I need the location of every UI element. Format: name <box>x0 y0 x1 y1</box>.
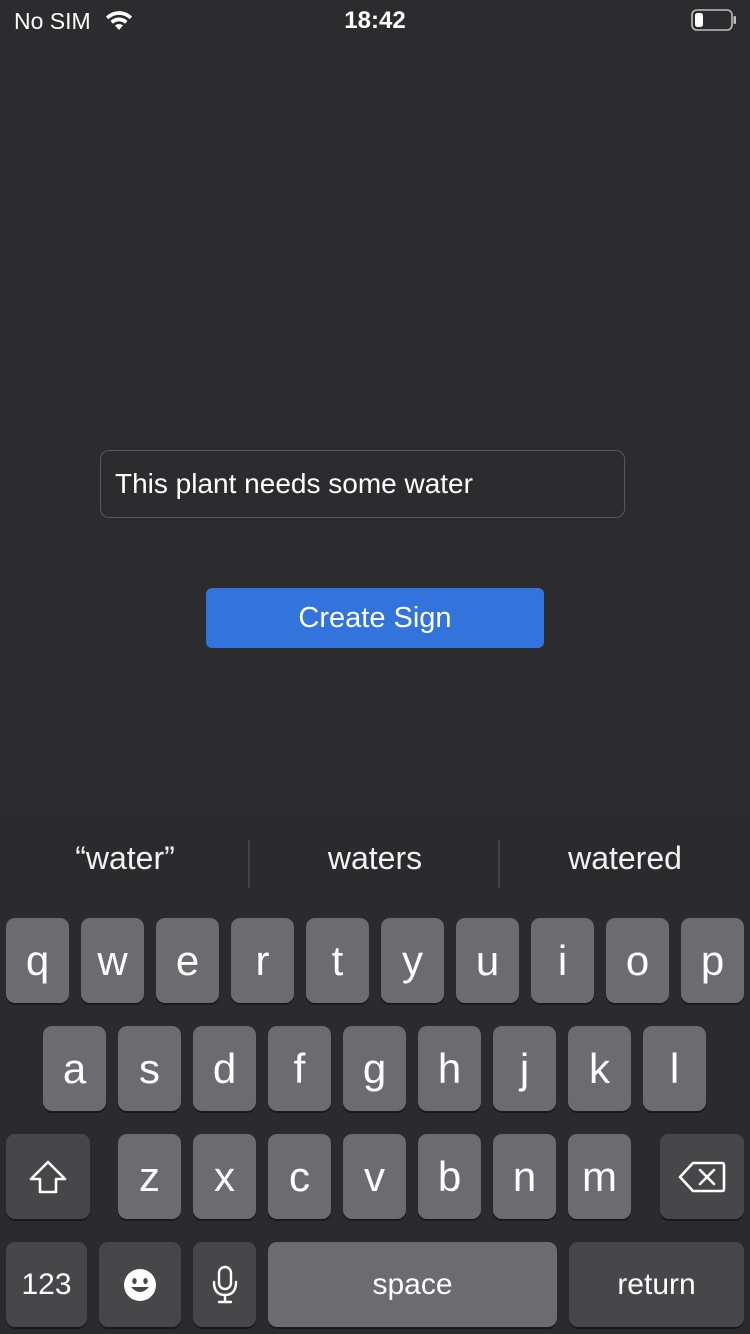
backspace-icon <box>678 1160 726 1194</box>
key-v[interactable]: v <box>343 1134 406 1219</box>
suggestion-item[interactable]: “water” <box>0 840 250 877</box>
key-o[interactable]: o <box>606 918 669 1003</box>
key-a[interactable]: a <box>43 1026 106 1111</box>
create-sign-label: Create Sign <box>298 601 452 634</box>
key-t[interactable]: t <box>306 918 369 1003</box>
battery-icon <box>691 9 737 31</box>
shift-key[interactable] <box>6 1134 90 1219</box>
status-bar: No SIM 18:42 <box>0 0 750 40</box>
key-y[interactable]: y <box>381 918 444 1003</box>
key-n[interactable]: n <box>493 1134 556 1219</box>
key-q[interactable]: q <box>6 918 69 1003</box>
key-j[interactable]: j <box>493 1026 556 1111</box>
key-p[interactable]: p <box>681 918 744 1003</box>
key-w[interactable]: w <box>81 918 144 1003</box>
suggestion-item[interactable]: waters <box>250 840 500 877</box>
emoji-icon <box>122 1267 158 1303</box>
key-x[interactable]: x <box>193 1134 256 1219</box>
return-key[interactable]: return <box>569 1242 744 1327</box>
key-s[interactable]: s <box>118 1026 181 1111</box>
keyboard: “water” waters watered q w e r t y u i o… <box>0 814 750 1334</box>
key-m[interactable]: m <box>568 1134 631 1219</box>
key-i[interactable]: i <box>531 918 594 1003</box>
dictation-key[interactable] <box>193 1242 256 1327</box>
suggestion-bar: “water” waters watered <box>0 814 750 914</box>
key-h[interactable]: h <box>418 1026 481 1111</box>
key-c[interactable]: c <box>268 1134 331 1219</box>
numbers-key[interactable]: 123 <box>6 1242 87 1327</box>
sign-text-input[interactable]: This plant needs some water <box>100 450 625 518</box>
key-e[interactable]: e <box>156 918 219 1003</box>
suggestion-item[interactable]: watered <box>500 840 750 877</box>
status-time: 18:42 <box>344 7 406 34</box>
sign-text-value: This plant needs some water <box>115 468 473 499</box>
emoji-key[interactable] <box>99 1242 181 1327</box>
shift-icon <box>28 1159 68 1195</box>
key-r[interactable]: r <box>231 918 294 1003</box>
key-d[interactable]: d <box>193 1026 256 1111</box>
key-b[interactable]: b <box>418 1134 481 1219</box>
space-key[interactable]: space <box>268 1242 557 1327</box>
key-f[interactable]: f <box>268 1026 331 1111</box>
key-z[interactable]: z <box>118 1134 181 1219</box>
microphone-icon <box>211 1265 239 1305</box>
create-sign-button[interactable]: Create Sign <box>206 588 544 648</box>
key-k[interactable]: k <box>568 1026 631 1111</box>
key-u[interactable]: u <box>456 918 519 1003</box>
key-g[interactable]: g <box>343 1026 406 1111</box>
key-l[interactable]: l <box>643 1026 706 1111</box>
delete-key[interactable] <box>660 1134 744 1219</box>
